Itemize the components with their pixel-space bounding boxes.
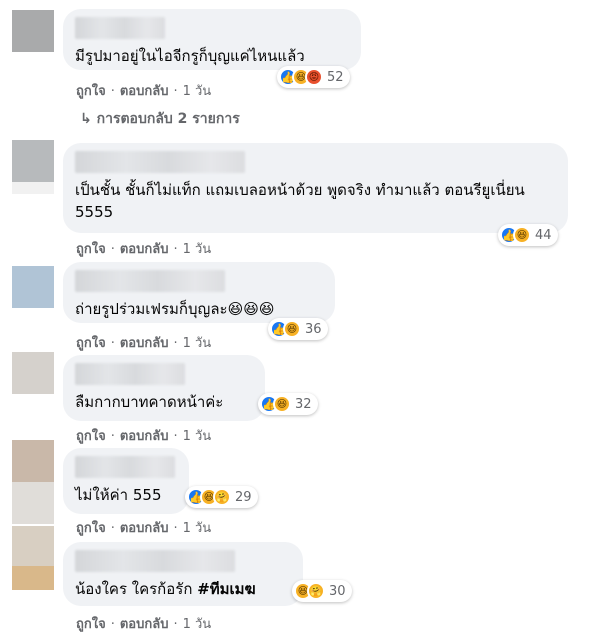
like-link[interactable]: ถูกใจ [76,429,106,444]
like-link[interactable]: ถูกใจ [76,84,106,99]
comment-bubble: ลืมกากบาทคาดหน้าค่ะ [63,355,265,421]
reply-link[interactable]: ตอบกลับ [120,84,169,99]
comment-text: ถ่ายรูปร่วมเฟรมก็บุญละ😆😆😆 [75,300,275,318]
avatar[interactable] [12,10,54,52]
comment-text: มีรูปมาอยู่ในไอจีกรูก็บุญแค่ไหนแล้ว [75,47,305,65]
comment-bubble: น้องใคร ใครก้อรัก #ทีมเมฆ [63,542,303,606]
comment-actions: ถูกใจ · ตอบกลับ · 1 วัน [76,521,212,536]
comment-actions: ถูกใจ · ตอบกลับ · 1 วัน [76,429,212,444]
avatar[interactable] [12,140,54,182]
reply-arrow-icon: ↳ [80,111,92,127]
comment-text: เป็นชั้น ชั้นก็ไม่แท็ก แถมเบลอหน้าด้วย พ… [75,181,525,221]
avatar[interactable] [12,352,54,394]
reaction-summary[interactable]: 👍 😆 🤗 29 [185,486,258,508]
comment-bubble: มีรูปมาอยู่ในไอจีกรูก็บุญแค่ไหนแล้ว [63,9,361,70]
reaction-count: 52 [327,69,344,85]
haha-icon: 😆 [273,395,291,413]
reply-link[interactable]: ตอบกลับ [120,521,169,536]
comment-actions: ถูกใจ · ตอบกลับ · 1 วัน [76,242,212,257]
care-icon: 🤗 [213,488,231,506]
hashtag-link[interactable]: #ทีมเมฆ [197,580,256,598]
timestamp[interactable]: 1 วัน [183,617,212,632]
like-link[interactable]: ถูกใจ [76,617,106,632]
timestamp[interactable]: 1 วัน [183,242,212,257]
avatar-lower [12,566,54,590]
comment-actions: ถูกใจ · ตอบกลับ · 1 วัน [76,84,212,99]
reaction-count: 32 [295,396,312,412]
timestamp[interactable]: 1 วัน [183,521,212,536]
avatar[interactable] [12,440,54,482]
reaction-summary[interactable]: 👍 😆 32 [258,393,318,415]
reaction-count: 30 [329,583,346,599]
like-link[interactable]: ถูกใจ [76,521,106,536]
reaction-summary[interactable]: 👍 😆 36 [268,318,328,340]
reply-link[interactable]: ตอบกลับ [120,336,169,351]
like-link[interactable]: ถูกใจ [76,336,106,351]
avatar-lower [12,182,54,194]
commenter-name-blurred[interactable] [75,550,235,572]
reaction-count: 44 [535,227,552,243]
comment-text: ไม่ให้ค่า 555 [75,486,162,504]
comment-bubble: ไม่ให้ค่า 555 [63,448,189,514]
avatar[interactable] [12,526,54,568]
commenter-name-blurred[interactable] [75,17,165,39]
view-replies-link[interactable]: ↳ การตอบกลับ 2 รายการ [80,108,240,130]
reaction-count: 29 [235,489,252,505]
avatar[interactable] [12,266,54,308]
reply-link[interactable]: ตอบกลับ [120,429,169,444]
care-icon: 🤗 [307,582,325,600]
reply-link[interactable]: ตอบกลับ [120,617,169,632]
reaction-summary[interactable]: 👍 😆 😡 52 [277,66,350,88]
commenter-name-blurred[interactable] [75,270,225,292]
like-link[interactable]: ถูกใจ [76,242,106,257]
comment-text: ลืมกากบาทคาดหน้าค่ะ [75,393,224,411]
reply-link[interactable]: ตอบกลับ [120,242,169,257]
comment-bubble: เป็นชั้น ชั้นก็ไม่แท็ก แถมเบลอหน้าด้วย พ… [63,143,568,233]
reaction-count: 36 [305,321,322,337]
haha-icon: 😆 [513,226,531,244]
timestamp[interactable]: 1 วัน [183,336,212,351]
reaction-summary[interactable]: 😆 🤗 30 [292,580,352,602]
commenter-name-blurred[interactable] [75,456,175,478]
reaction-summary[interactable]: 👍 😆 44 [498,224,558,246]
angry-icon: 😡 [305,68,323,86]
timestamp[interactable]: 1 วัน [183,429,212,444]
timestamp[interactable]: 1 วัน [183,84,212,99]
commenter-name-blurred[interactable] [75,363,185,385]
haha-icon: 😆 [283,320,301,338]
commenter-name-blurred[interactable] [75,151,245,173]
comment-actions: ถูกใจ · ตอบกลับ · 1 วัน [76,336,212,351]
comment-actions: ถูกใจ · ตอบกลับ · 1 วัน [76,617,212,632]
comment-bubble: ถ่ายรูปร่วมเฟรมก็บุญละ😆😆😆 [63,262,335,323]
avatar-lower [12,482,54,524]
comment-text: น้องใคร ใครก้อรัก #ทีมเมฆ [75,580,256,598]
